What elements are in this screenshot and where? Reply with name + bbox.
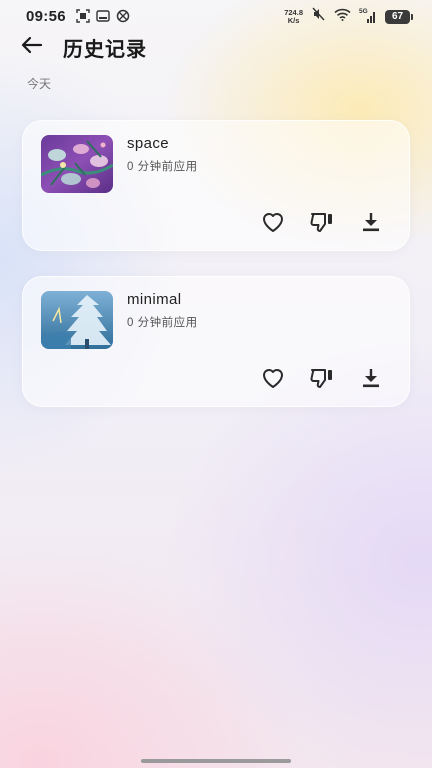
like-button[interactable] (259, 209, 287, 235)
arrow-left-icon (21, 36, 43, 54)
blue-tree-thumbnail-image (41, 291, 113, 349)
home-indicator[interactable] (141, 759, 291, 763)
card-actions (259, 209, 389, 235)
status-time: 09:56 (26, 8, 66, 25)
blocked-icon (116, 9, 130, 23)
screenshot-icon (76, 9, 90, 23)
floral-thumbnail-image (41, 135, 113, 193)
card-actions (259, 365, 389, 391)
applied-time: 0 分钟前应用 (127, 317, 198, 329)
download-icon (363, 369, 379, 388)
dislike-button[interactable] (308, 365, 336, 391)
wifi-icon (334, 8, 351, 26)
dislike-button[interactable] (308, 209, 336, 235)
net-speed: 724.8 K/s (284, 8, 303, 25)
download-button[interactable] (357, 365, 385, 391)
wallpaper-thumbnail[interactable] (41, 135, 113, 193)
wallpaper-name: minimal (127, 291, 182, 308)
history-card-minimal[interactable]: minimal 0 分钟前应用 (22, 276, 410, 407)
heart-outline-icon (263, 213, 283, 232)
back-button[interactable] (18, 32, 46, 58)
applied-time: 0 分钟前应用 (127, 161, 198, 173)
section-label-today: 今天 (27, 77, 52, 91)
thumbs-down-outline-icon (310, 369, 332, 388)
download-button[interactable] (357, 209, 385, 235)
battery-icon: 67 (385, 9, 413, 24)
page-title: 历史记录 (63, 39, 147, 61)
wallpaper-name: space (127, 135, 170, 152)
download-icon (363, 213, 379, 232)
like-button[interactable] (259, 365, 287, 391)
battery-level: 67 (391, 11, 404, 22)
status-right: 724.8 K/s 5G 67 (284, 7, 413, 26)
gallery-icon (96, 9, 110, 23)
status-left-icons (76, 9, 130, 23)
status-bar: 09:56 724.8 K/s 5G 67 (0, 0, 432, 34)
signal-icon: 5G (359, 8, 377, 24)
history-card-space[interactable]: space 0 分钟前应用 (22, 120, 410, 251)
mute-icon (311, 7, 326, 26)
wallpaper-thumbnail[interactable] (41, 291, 113, 349)
net-speed-unit: K/s (287, 15, 300, 25)
thumbs-down-outline-icon (310, 213, 332, 232)
heart-outline-icon (263, 369, 283, 388)
